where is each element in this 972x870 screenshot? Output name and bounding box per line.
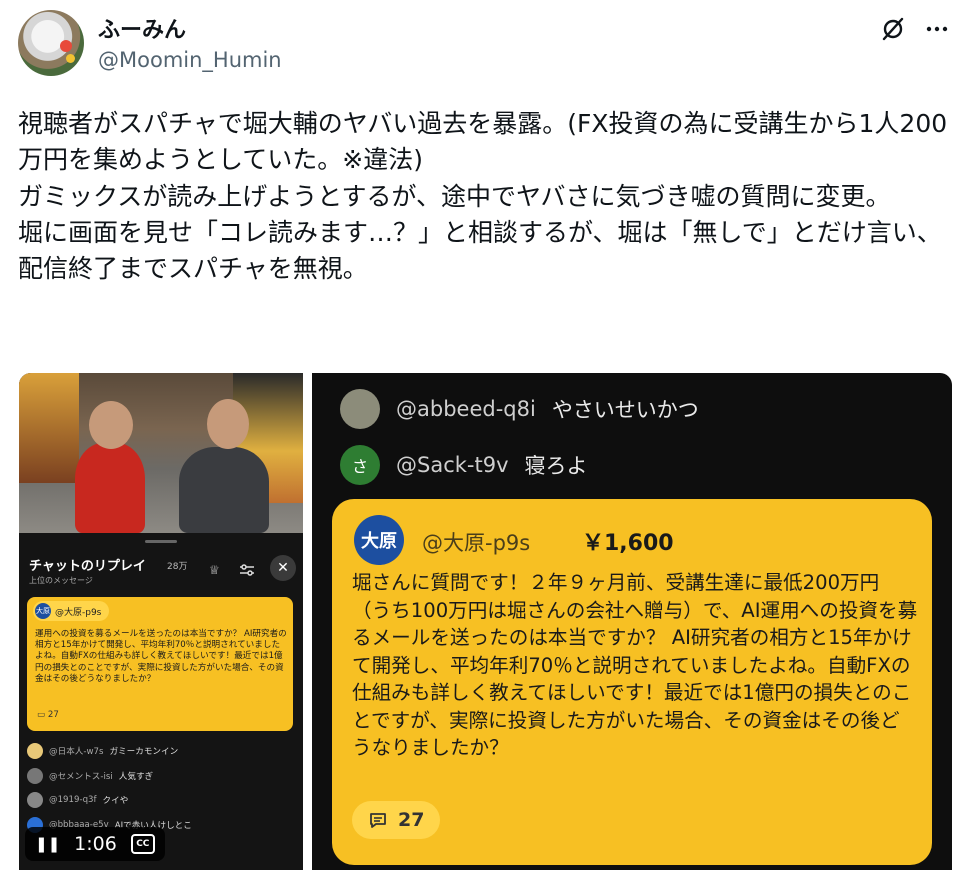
author-handle[interactable]: @Moomin_Humin bbox=[98, 48, 282, 72]
chat-avatar bbox=[27, 767, 43, 784]
video-player[interactable]: チャットのリプレイ 28万 上位のメッセージ ♕ ✕ 大原 @大原-p9s 運用… bbox=[19, 373, 303, 870]
video-controls: ❚❚ 1:06 CC bbox=[25, 827, 165, 861]
chat-message: @日本人-w7s ガミーカモンイン bbox=[27, 739, 297, 764]
chat-message: @1919-q3f クイや bbox=[27, 788, 297, 813]
chat-message: さ @Sack-t9v 寝ろよ bbox=[340, 445, 588, 485]
chat-avatar bbox=[340, 389, 380, 429]
chat-replay-title: チャットのリプレイ bbox=[29, 559, 146, 574]
chat-replay-panel: チャットのリプレイ 28万 上位のメッセージ ♕ ✕ 大原 @大原-p9s 運用… bbox=[19, 533, 303, 870]
avatar-flower-decoration bbox=[66, 54, 75, 63]
closed-captions-icon[interactable]: CC bbox=[130, 834, 155, 854]
chat-text: クイや bbox=[102, 796, 129, 807]
superchat-user: @大原-p9s bbox=[55, 607, 102, 618]
drag-handle[interactable] bbox=[145, 540, 177, 543]
chat-user: @セメントス-isi bbox=[49, 771, 113, 782]
settings-sliders-icon[interactable] bbox=[239, 563, 255, 580]
chat-user: @abbeed-q8i bbox=[396, 397, 536, 421]
superchat-amount: ￥1,600 bbox=[582, 531, 674, 556]
chat-user: @Sack-t9v bbox=[396, 453, 509, 477]
chat-filter-label[interactable]: 上位のメッセージ bbox=[29, 575, 93, 586]
superchat-likes[interactable]: 27 bbox=[352, 801, 441, 839]
person-head bbox=[89, 401, 133, 449]
comment-icon: ▭ bbox=[37, 710, 46, 720]
author-avatar[interactable] bbox=[18, 10, 84, 76]
tweet-text: 視聴者がスパチャで堀大輔のヤバい過去を暴露。(FX投資の為に受講生から1人200… bbox=[18, 109, 948, 284]
superchat-message: 運用への投資を募るメールを送ったのは本当ですか？ AI研究者の相方と15年かけて… bbox=[35, 629, 287, 684]
more-dots-icon[interactable] bbox=[922, 14, 952, 44]
superchat-user-pill: 大原 @大原-p9s bbox=[33, 601, 110, 621]
close-icon[interactable]: ✕ bbox=[270, 555, 296, 581]
chat-text: やさいせいかつ bbox=[551, 398, 699, 422]
chat-user: @日本人-w7s bbox=[49, 747, 104, 758]
superchat-likes[interactable]: ▭ 27 bbox=[37, 710, 59, 720]
avatar-flower-decoration bbox=[60, 40, 72, 52]
chat-avatar: さ bbox=[340, 445, 380, 485]
superchat-message: 堀さんに質問です！２年９ヶ月前、受講生達に最低200万円（うち100万円は堀さん… bbox=[352, 571, 918, 759]
chat-avatar bbox=[27, 743, 43, 760]
superchat-user: @大原-p9s bbox=[422, 531, 531, 555]
comment-icon bbox=[370, 813, 386, 828]
chat-avatar bbox=[27, 792, 43, 809]
pause-icon[interactable]: ❚❚ bbox=[35, 835, 60, 853]
video-time: 1:06 bbox=[74, 833, 117, 855]
street-sign bbox=[19, 373, 79, 483]
superchat-like-count: 27 bbox=[398, 809, 425, 831]
author-display-name[interactable]: ふーみん bbox=[98, 12, 186, 44]
zoomed-superchat-image[interactable]: @abbeed-q8i やさいせいかつ さ @Sack-t9v 寝ろよ 大原 @… bbox=[312, 373, 952, 870]
chat-text: 人気すぎ bbox=[118, 771, 154, 782]
superchat-card: 大原 @大原-p9s ￥1,600 堀さんに質問です！２年９ヶ月前、受講生達に最… bbox=[332, 499, 932, 865]
superchat-like-count: 27 bbox=[47, 710, 59, 720]
video-frame bbox=[19, 373, 303, 533]
chat-message-list: @日本人-w7s ガミーカモンイン @セメントス-isi 人気すぎ @1919-… bbox=[27, 739, 297, 837]
chat-message: @セメントス-isi 人気すぎ bbox=[27, 764, 297, 789]
person-red-shirt bbox=[75, 443, 145, 533]
chat-text: ガミーカモンイン bbox=[109, 747, 179, 758]
chat-message: @abbeed-q8i やさいせいかつ bbox=[340, 389, 699, 429]
grok-slash-icon[interactable] bbox=[878, 14, 908, 44]
superchat-avatar: 大原 bbox=[35, 603, 51, 619]
chat-user: @1919-q3f bbox=[49, 795, 97, 806]
superchat-avatar: 大原 bbox=[354, 515, 404, 565]
person-head bbox=[207, 399, 249, 449]
chat-viewer-count: 28万 bbox=[167, 562, 188, 572]
crown-icon[interactable]: ♕ bbox=[209, 563, 220, 577]
chat-text: 寝ろよ bbox=[524, 454, 588, 478]
person-gray-shirt bbox=[179, 447, 269, 533]
superchat-card-small: 大原 @大原-p9s 運用への投資を募るメールを送ったのは本当ですか？ AI研究… bbox=[27, 597, 293, 731]
